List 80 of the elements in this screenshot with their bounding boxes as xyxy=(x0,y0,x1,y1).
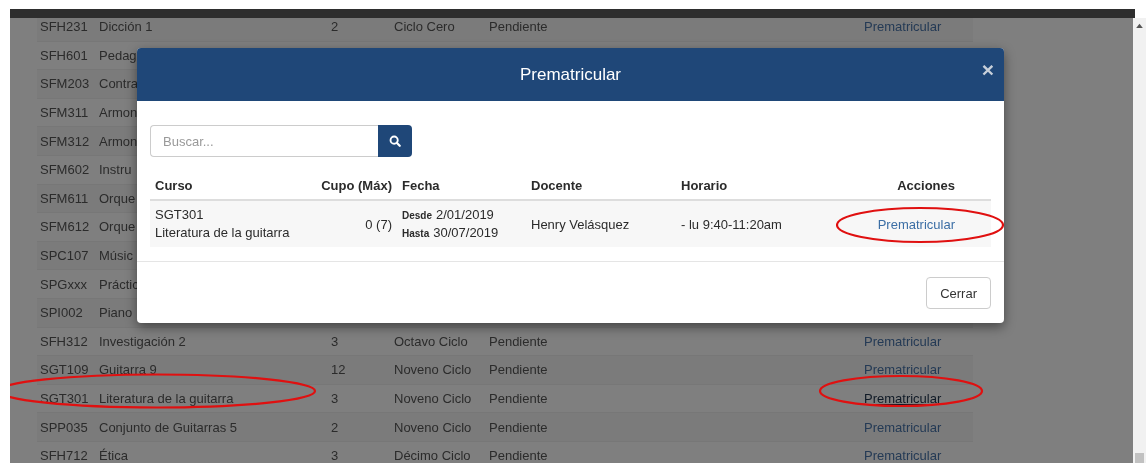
date-value: 30/07/2019 xyxy=(433,224,499,241)
column-header: Acciones xyxy=(897,177,955,193)
course-name: Literatura de la guitarra xyxy=(155,224,291,242)
table-cell: Noveno Ciclo xyxy=(394,391,472,406)
table-cell: Octavo Ciclo xyxy=(394,333,468,349)
prematricular-link[interactable]: Prematricular xyxy=(864,419,942,435)
table-cell: Pendiente xyxy=(489,419,548,435)
table-cell: Investigación 2 xyxy=(99,333,186,349)
prematricular-link[interactable]: Prematricular xyxy=(877,216,955,232)
table-cell: 2 xyxy=(331,19,339,35)
column-header: Fecha xyxy=(402,177,440,193)
table-cell: SFM612 xyxy=(40,219,90,235)
column-header: Cupo (Máx) xyxy=(321,177,392,193)
close-button[interactable]: × xyxy=(981,59,994,80)
table-cell: Orque xyxy=(99,190,136,206)
table-cell: Armon xyxy=(99,105,138,121)
column-header: Curso xyxy=(155,177,193,193)
table-cell: Guitarra 9 xyxy=(99,362,157,378)
search-button[interactable] xyxy=(378,125,412,157)
table-cell: 3 xyxy=(331,391,339,406)
table-cell: Conjunto de Guitarras 5 xyxy=(99,419,238,435)
scrollbar[interactable] xyxy=(1133,18,1146,463)
table-cell: Noveno Ciclo xyxy=(394,362,472,378)
table-cell: Ciclo Cero xyxy=(394,19,455,35)
table-cell: Pendiente xyxy=(489,391,548,406)
table-cell: SFH312 xyxy=(40,333,88,349)
table-cell: Orque xyxy=(99,219,136,235)
scroll-up-icon[interactable] xyxy=(1136,23,1143,28)
date-label: Desde xyxy=(402,209,432,223)
table-cell: SFH712 xyxy=(40,448,88,463)
table-cell: Pendiente xyxy=(489,333,548,349)
table-cell: SFM611 xyxy=(40,190,89,206)
teacher-cell: Henry Velásquez xyxy=(531,216,630,232)
modal-title: Prematricular xyxy=(519,64,622,85)
table-cell: Contra xyxy=(99,76,139,92)
table-cell: Pendiente xyxy=(489,362,548,378)
table-cell: Pendiente xyxy=(489,19,548,35)
search-field[interactable]: Buscar... xyxy=(150,125,378,157)
prematricular-link[interactable]: Prematricular xyxy=(864,333,942,349)
column-header: Docente xyxy=(531,177,583,193)
table-cell: Instru xyxy=(99,162,132,178)
table-cell: Noveno Ciclo xyxy=(394,419,472,435)
table-cell: Armon xyxy=(99,133,138,149)
table-cell: 2 xyxy=(331,419,339,435)
table-cell: Práctic xyxy=(99,276,139,292)
table-cell: SPP035 xyxy=(40,419,88,435)
prematricular-link[interactable]: Prematricular xyxy=(864,362,942,378)
table-cell: Ética xyxy=(99,448,128,463)
table-cell: SFM311 xyxy=(40,105,89,121)
prematricular-link[interactable]: Prematricular xyxy=(864,19,942,35)
table-cell: SPC107 xyxy=(40,248,89,264)
date-value: 2/01/2019 xyxy=(436,206,494,223)
schedule-cell: - lu 9:40-11:20am xyxy=(681,216,782,232)
table-cell: Décimo Ciclo xyxy=(394,448,471,463)
table-cell: SPI002 xyxy=(40,305,83,321)
table-cell: SFM602 xyxy=(40,162,90,178)
date-label: Hasta xyxy=(402,227,430,241)
quota-cell: 0 (7) xyxy=(365,216,392,232)
prematricular-link[interactable]: Prematricular xyxy=(864,448,942,463)
table-cell: Literatura de la guitarra xyxy=(99,391,234,406)
search-icon xyxy=(389,135,401,147)
scrollbar-thumb[interactable] xyxy=(1135,453,1144,463)
table-cell: Pendiente xyxy=(489,448,548,463)
column-header: Horario xyxy=(681,177,728,193)
table-cell: SPGxxx xyxy=(40,276,87,292)
table-cell: SFM203 xyxy=(40,76,90,92)
table-cell: 3 xyxy=(331,333,339,349)
table-cell: Dicción 1 xyxy=(99,19,153,35)
table-cell: SGT109 xyxy=(40,362,89,378)
close-dialog-button[interactable]: Cerrar xyxy=(926,277,991,309)
table-cell: SGT301 xyxy=(40,391,89,406)
table-cell: SFM312 xyxy=(40,133,90,149)
table-cell: SFH231 xyxy=(40,19,88,35)
table-cell: SFH601 xyxy=(40,47,88,63)
table-cell: 3 xyxy=(331,448,339,463)
course-code: SGT301 xyxy=(155,206,205,224)
table-cell: Piano xyxy=(99,305,133,321)
table-cell: 12 xyxy=(331,362,346,378)
table-cell: Pedag xyxy=(99,47,137,63)
table-cell: Músic xyxy=(99,248,133,264)
